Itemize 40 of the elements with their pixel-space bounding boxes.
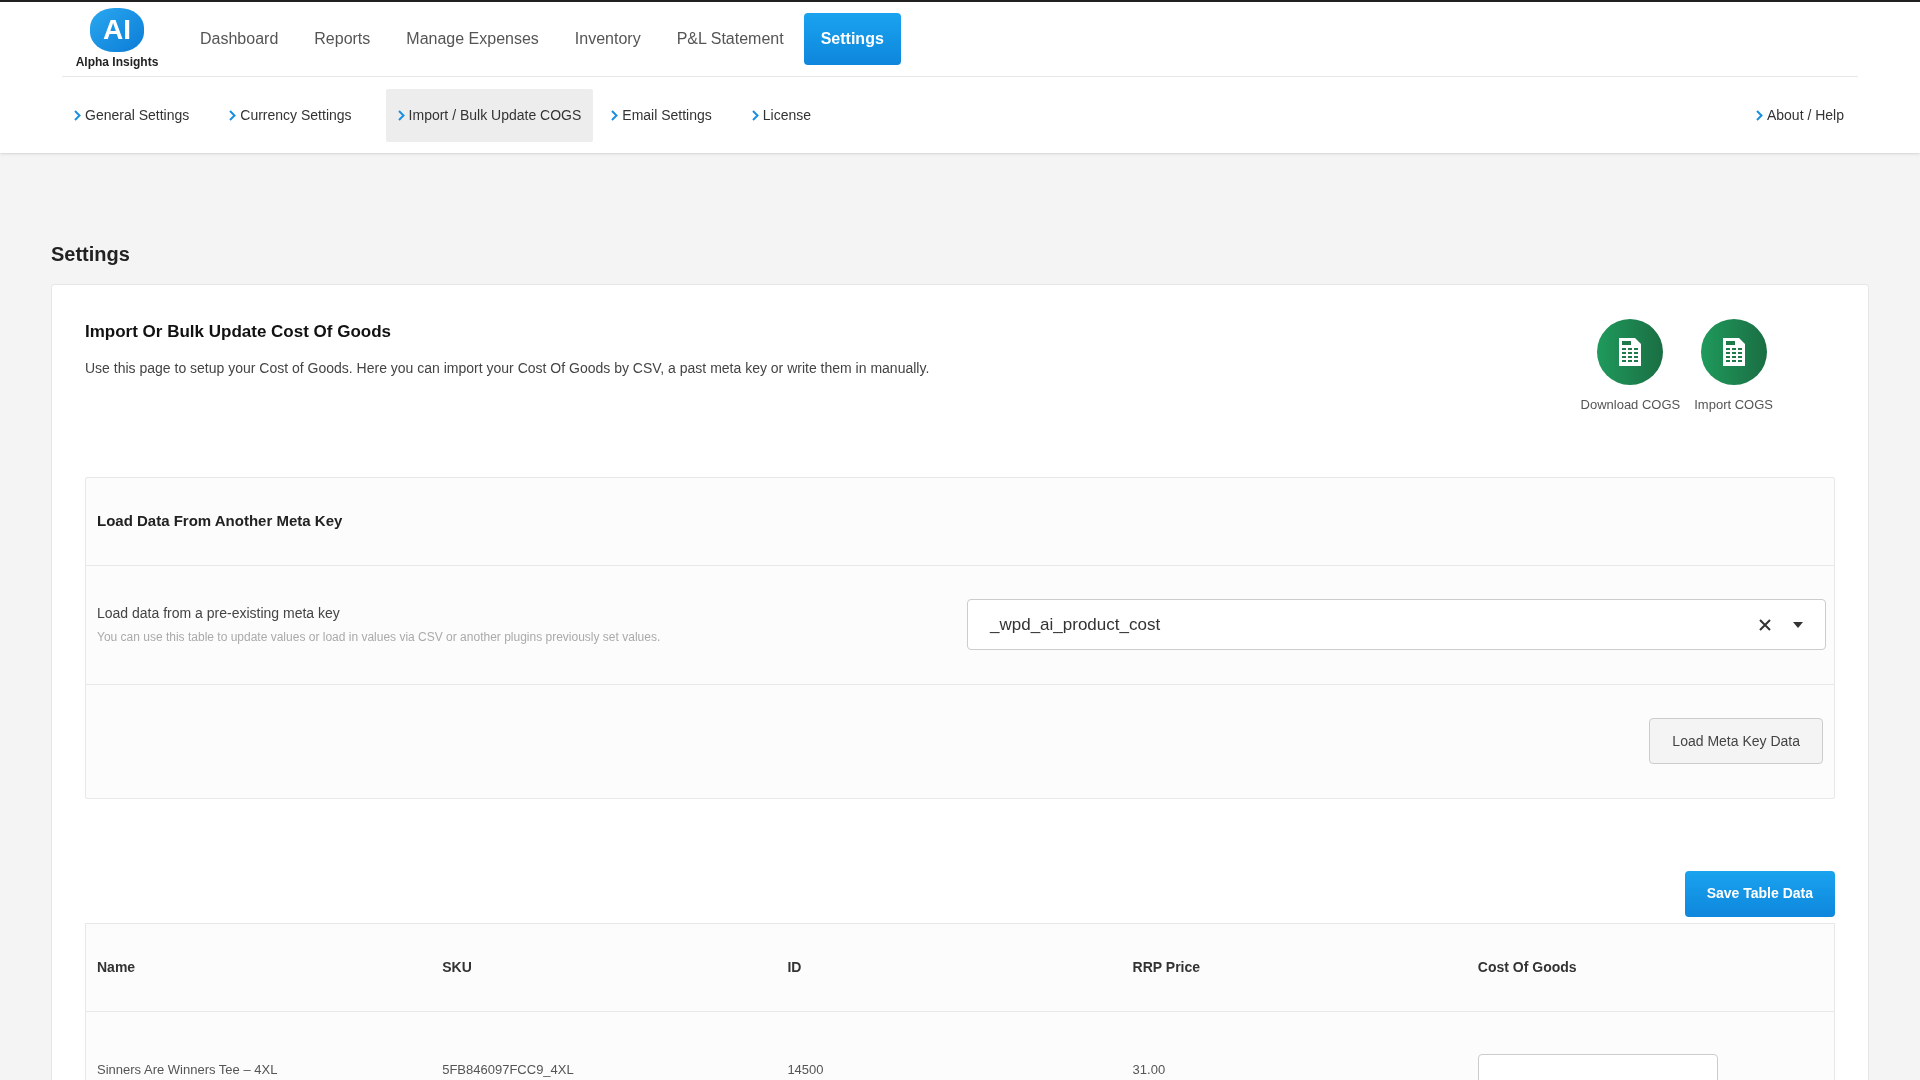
brand-name: Alpha Insights <box>75 53 159 71</box>
nav-tab[interactable]: Dashboard <box>184 13 295 65</box>
nav-tab[interactable]: Reports <box>298 13 387 65</box>
dropdown-caret-icon[interactable] <box>1793 621 1803 628</box>
nav-tab[interactable]: P&L Statement <box>660 13 800 65</box>
chevron-right-icon <box>74 109 81 121</box>
chevron-right-icon <box>1755 109 1763 121</box>
subnav-tab[interactable]: Import / Bulk Update COGS <box>385 88 594 142</box>
table-cell-text: 5FB846097FCC9_4XL <box>442 1060 575 1079</box>
subnav-tab[interactable]: Currency Settings <box>217 88 364 142</box>
subnav-tab[interactable]: License <box>739 88 824 142</box>
meta-key-select[interactable]: _wpd_ai_product_cost <box>967 599 1826 650</box>
column-header: SKU <box>442 957 473 977</box>
spreadsheet-icon <box>1722 338 1745 366</box>
chevron-right-icon <box>751 109 759 121</box>
field-help: You can use this table to update values or load in values via CSV or another plugins previously set values. <box>97 629 661 646</box>
table-cell-text: Sinners Are Winners Tee – 4XL <box>97 1060 279 1079</box>
clear-icon[interactable] <box>1759 618 1771 631</box>
column-header: Name <box>97 957 137 977</box>
column-header: Cost Of Goods <box>1477 957 1578 977</box>
card-title: Import Or Bulk Update Cost Of Goods <box>85 321 392 343</box>
spreadsheet-icon <box>1619 338 1642 366</box>
load-meta-key-button[interactable]: Load Meta Key Data <box>1649 718 1823 764</box>
chevron-right-icon <box>229 109 237 121</box>
nav-tab[interactable]: Inventory <box>558 13 657 65</box>
subnav-tab[interactable]: General Settings <box>62 88 202 142</box>
subnav-tab[interactable]: Email Settings <box>599 88 724 142</box>
field-label: Load data from a pre-existing meta key <box>97 604 341 623</box>
action-button[interactable]: Download COGS <box>1580 319 1681 415</box>
column-header: ID <box>787 957 803 977</box>
nav-tab[interactable]: Manage Expenses <box>390 13 555 65</box>
chevron-right-icon <box>397 109 405 121</box>
help-link[interactable]: About / Help <box>1755 104 1844 126</box>
chevron-right-icon <box>611 109 619 121</box>
page-title: Settings <box>51 242 131 267</box>
table-cell-text: 14500 <box>787 1060 825 1079</box>
card-description: Use this page to setup your Cost of Goods. Here you can import your Cost Of Goods by CSV, a past meta key or write them in manually. <box>85 358 930 378</box>
panel-title: Load Data From Another Meta Key <box>97 510 343 531</box>
column-header: RRP Price <box>1132 957 1202 977</box>
table-cell-text: 31.00 <box>1132 1060 1167 1079</box>
